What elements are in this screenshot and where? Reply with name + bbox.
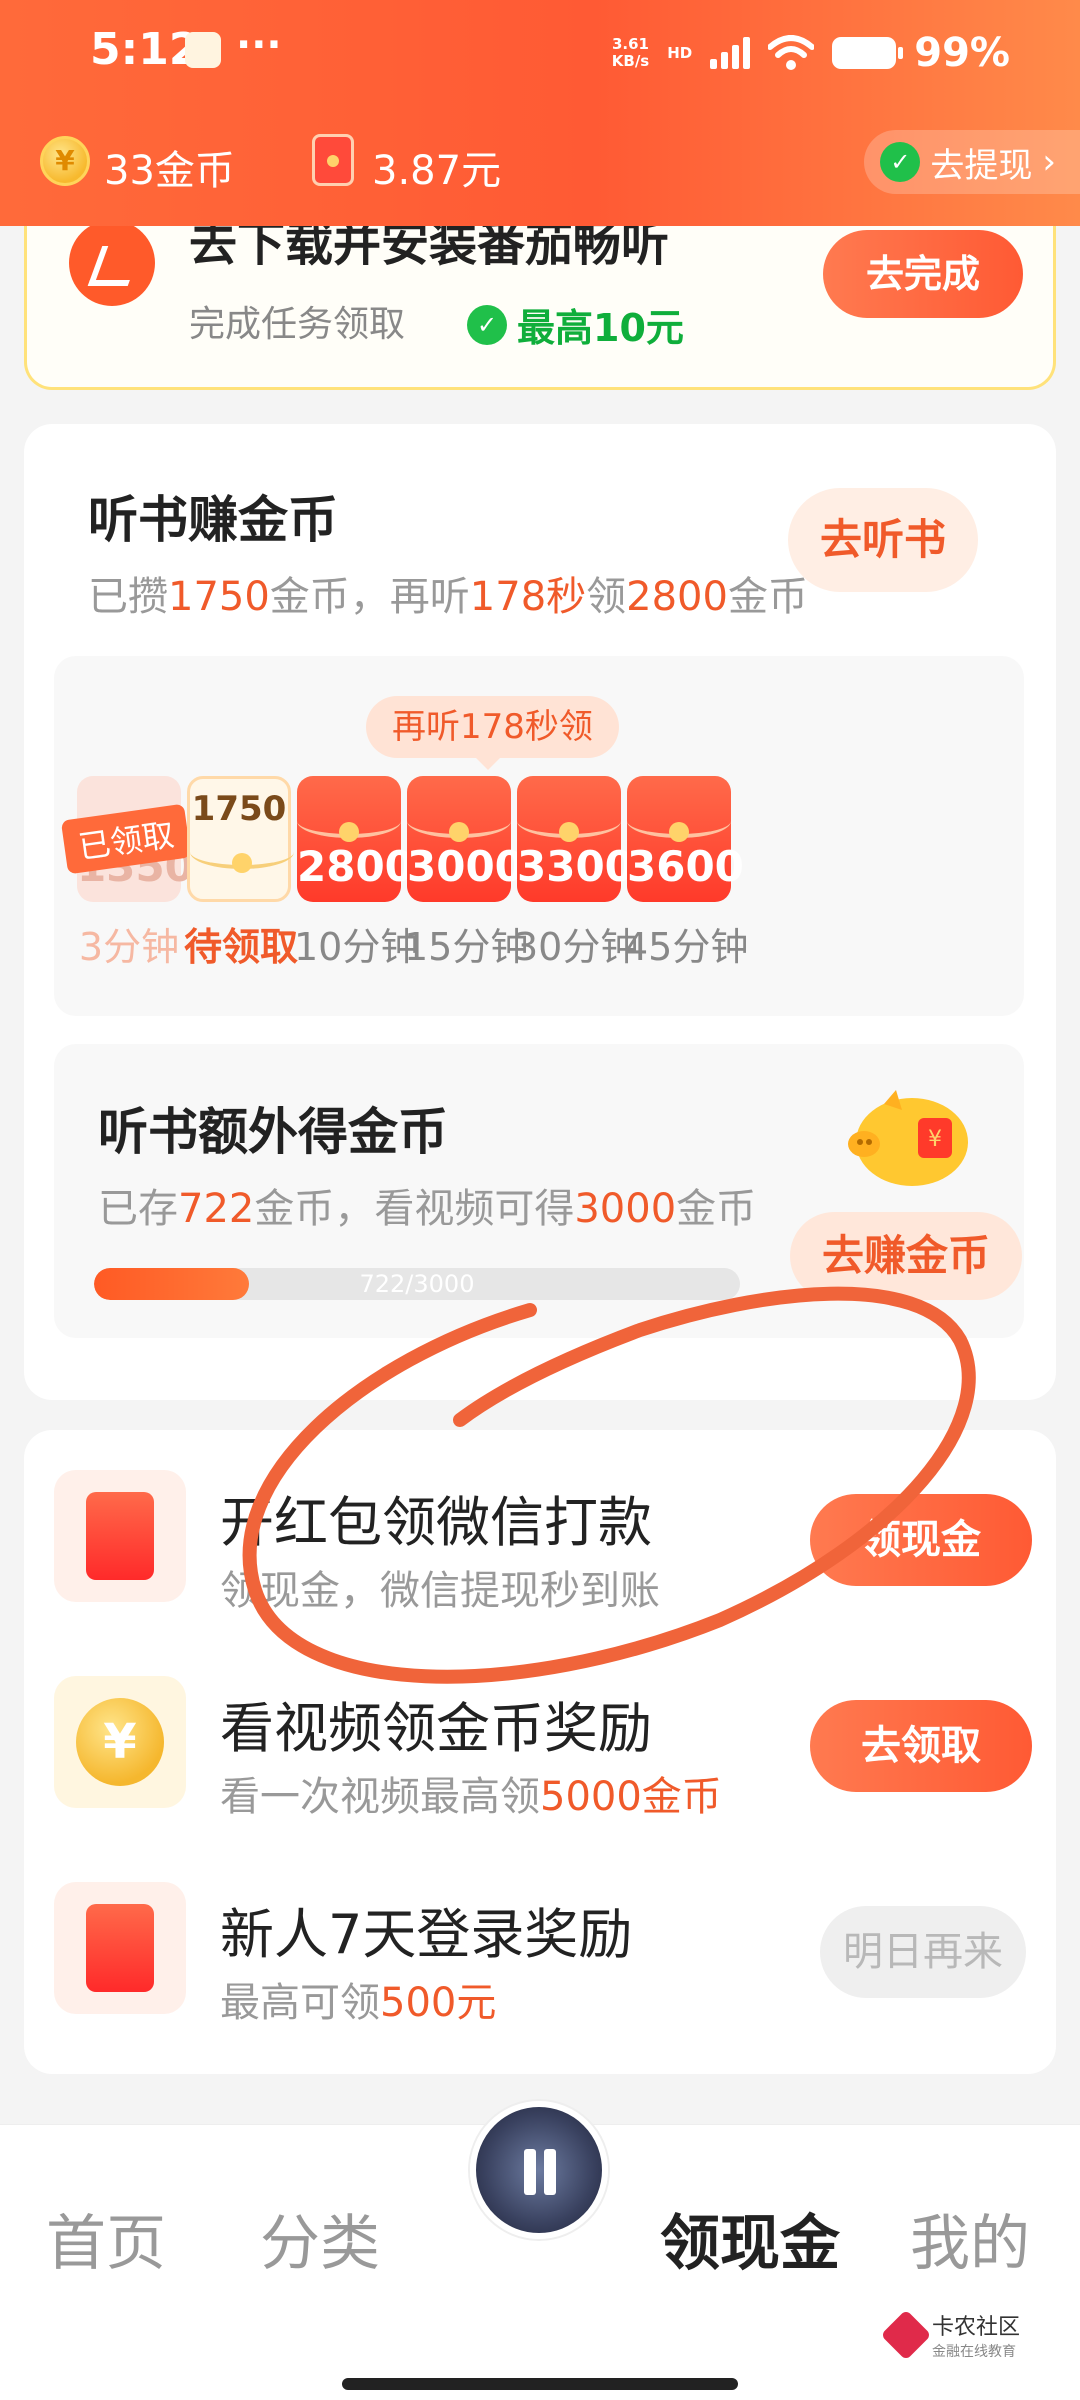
go-listen-button[interactable]: 去听书	[788, 488, 978, 592]
extra-coins-title: 听书额外得金币	[98, 1103, 448, 1161]
reward-item: 3600 45分钟	[624, 776, 748, 971]
come-back-tomorrow-button[interactable]: 明日再来	[820, 1906, 1026, 1998]
reward-item: 3000 15分钟	[404, 776, 528, 971]
cash-tasks-card: 开红包领微信打款 领现金，微信提现秒到账 领现金 看视频领金币奖励 看一次视频最…	[24, 1430, 1056, 2074]
task-subtitle: 领现金，微信提现秒到账	[220, 1568, 660, 1614]
coin-balance[interactable]: 33金币	[104, 138, 235, 196]
red-envelope-icon: 3600	[627, 776, 744, 902]
task-title: 新人7天登录奖励	[220, 1903, 633, 1966]
wechat-icon: ✓	[880, 142, 921, 182]
task-title: 开红包领微信打款	[220, 1491, 652, 1554]
piggy-bank-icon: ¥	[848, 1090, 968, 1186]
cash-balance[interactable]: 3.87元	[372, 138, 501, 196]
fanqie-listen-app-icon	[69, 220, 155, 306]
red-envelope-icon: 1750	[187, 776, 294, 902]
install-task-subtitle: 完成任务领取	[189, 304, 406, 345]
kanong-logo-icon	[880, 2309, 932, 2361]
withdraw-label: 去提现	[930, 145, 1033, 186]
status-icons: 3.61 KB/s HD 99%	[612, 30, 1010, 76]
chevron-right-icon: ›	[1042, 142, 1056, 182]
listen-earn-card: 听书赚金币 已攒1750金币，再听178秒领2800金币 去听书 再听178秒领…	[24, 424, 1056, 1400]
next-reward-tooltip: 再听178秒领	[366, 696, 619, 770]
task-subtitle: 最高可领500元	[220, 1980, 497, 2026]
battery-icon	[832, 37, 904, 69]
more-notifications-icon: ···	[236, 22, 282, 68]
reward-item: 3300 30分钟	[514, 776, 638, 971]
reward-item: 2800 10分钟	[294, 776, 418, 971]
network-type: HD	[667, 43, 693, 62]
nav-category[interactable]: 分类	[260, 2195, 380, 2282]
signal-icon	[710, 37, 751, 69]
progress-text: 722/3000	[359, 1270, 475, 1298]
wifi-icon	[768, 35, 815, 70]
gold-coin-icon	[54, 1676, 186, 1808]
red-envelope-icon: 2800	[297, 776, 414, 902]
watermark: 卡农社区 金融在线教育	[880, 2309, 1020, 2361]
pause-icon	[520, 2149, 560, 2195]
coin-bar: ¥ 33金币 3.87元 ✓ 去提现 ›	[0, 126, 1080, 198]
task-row[interactable]: 看视频领金币奖励 看一次视频最高领5000金币 去领取	[24, 1636, 1056, 1836]
red-envelope-icon	[54, 1470, 186, 1602]
bottom-nav: 首页 分类 领现金 我的 卡农社区 金融在线教育	[0, 2101, 1080, 2400]
app-notification-icon	[185, 32, 221, 68]
nav-home[interactable]: 首页	[46, 2195, 166, 2282]
reward-item: 1350 已领取 3分钟	[60, 776, 194, 971]
extra-coins-progress: 722/3000	[94, 1268, 740, 1300]
listen-earn-subtitle: 已攒1750金币，再听178秒领2800金币	[88, 574, 808, 620]
extra-coins-panel: 听书额外得金币 已存722金币，看视频可得3000金币 ¥ 去赚金币 722/3…	[54, 1044, 1024, 1338]
home-indicator[interactable]	[342, 2378, 738, 2390]
withdraw-button[interactable]: ✓ 去提现 ›	[864, 130, 1080, 194]
task-title: 看视频领金币奖励	[220, 1697, 652, 1760]
task-row[interactable]: 开红包领微信打款 领现金，微信提现秒到账 领现金	[24, 1430, 1056, 1630]
nav-get-cash[interactable]: 领现金	[660, 2195, 840, 2282]
battery-percent: 99%	[914, 30, 1010, 76]
claim-reward-button[interactable]: 去领取	[810, 1700, 1032, 1792]
red-envelope-icon: 3000	[407, 776, 524, 902]
red-envelope-icon	[312, 134, 354, 186]
listen-rewards-track: 再听178秒领 1350 已领取 3分钟 1750 待领取 2800 10分钟 …	[54, 656, 1024, 1016]
net-speed: 3.61 KB/s	[611, 35, 650, 70]
wechat-icon: ✓	[467, 304, 507, 345]
task-subtitle: 看一次视频最高领5000金币	[220, 1774, 722, 1820]
nav-mine[interactable]: 我的	[910, 2195, 1030, 2282]
audio-player-button[interactable]	[470, 2101, 608, 2239]
complete-task-button[interactable]: 去完成	[823, 230, 1023, 318]
reward-item-claimable[interactable]: 1750 待领取	[184, 776, 298, 971]
gold-coin-icon: ¥	[40, 136, 90, 186]
svg-text:¥: ¥	[928, 1127, 942, 1152]
red-envelope-icon: 3300	[517, 776, 634, 902]
status-time: 5:12	[90, 24, 200, 75]
claim-cash-button[interactable]: 领现金	[810, 1494, 1032, 1586]
status-bar: 5:12 ··· 3.61 KB/s HD 99%	[0, 0, 1080, 110]
extra-coins-subtitle: 已存722金币，看视频可得3000金币	[98, 1186, 757, 1232]
install-task-reward: ✓ 最高10元	[467, 297, 684, 352]
listen-earn-title: 听书赚金币	[88, 491, 338, 549]
task-row[interactable]: 新人7天登录奖励 最高可领500元 明日再来	[24, 1842, 1056, 2042]
red-envelope-icon	[54, 1882, 186, 2014]
header: 5:12 ··· 3.61 KB/s HD 99% ¥ 33金币 3.87元 ✓…	[0, 0, 1080, 226]
earn-coins-button[interactable]: 去赚金币	[790, 1212, 1022, 1300]
